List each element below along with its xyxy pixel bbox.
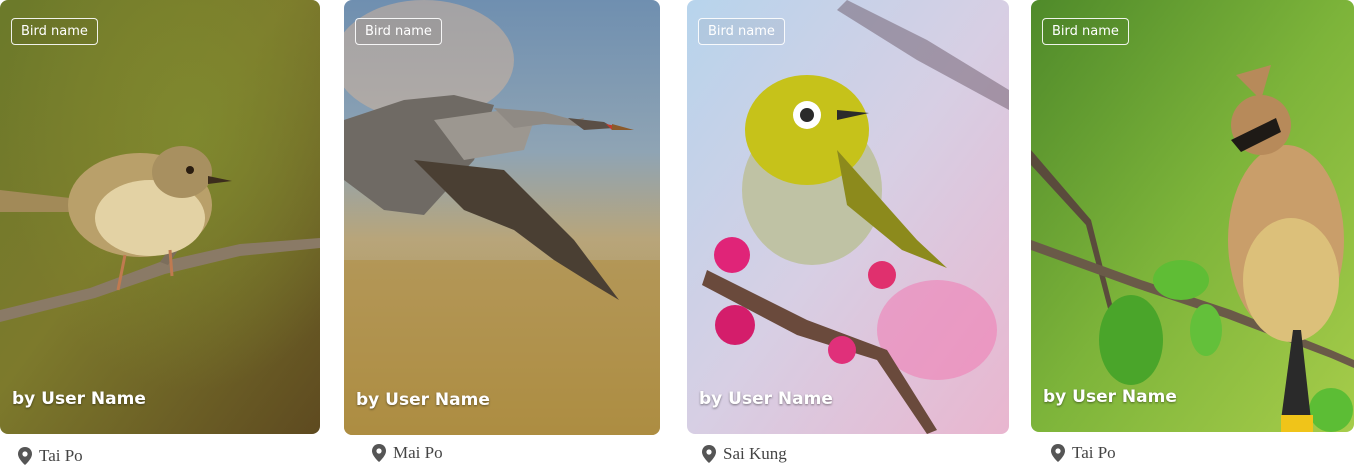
bird-photo[interactable]: Bird name by User Name: [687, 0, 1009, 434]
bird-name-badge[interactable]: Bird name: [355, 18, 442, 45]
bird-image: [1031, 0, 1354, 432]
bird-name-badge[interactable]: Bird name: [1042, 18, 1129, 45]
location-label: Sai Kung: [723, 444, 787, 463]
photographer-name[interactable]: by User Name: [356, 390, 490, 410]
bird-image: [687, 0, 1009, 434]
bird-image: [0, 0, 320, 434]
location-pin-icon: [18, 447, 32, 465]
location-row: Tai Po: [1051, 443, 1116, 463]
bird-name-badge[interactable]: Bird name: [11, 18, 98, 45]
photographer-name[interactable]: by User Name: [1043, 387, 1177, 407]
bird-photo[interactable]: Bird name by User Name: [344, 0, 660, 435]
bird-name-badge[interactable]: Bird name: [698, 18, 785, 45]
location-pin-icon: [1051, 444, 1065, 462]
location-label: Tai Po: [1072, 443, 1116, 462]
bird-photo[interactable]: Bird name by User Name: [0, 0, 320, 434]
location-pin-icon: [702, 445, 716, 463]
location-row: Mai Po: [372, 443, 443, 463]
photographer-name[interactable]: by User Name: [699, 389, 833, 409]
location-row: Tai Po: [18, 446, 83, 466]
photographer-name[interactable]: by User Name: [12, 389, 146, 409]
location-label: Mai Po: [393, 443, 443, 462]
bird-photo[interactable]: Bird name by User Name: [1031, 0, 1354, 432]
location-row: Sai Kung: [702, 444, 787, 464]
bird-image: [344, 0, 660, 435]
location-pin-icon: [372, 444, 386, 462]
location-label: Tai Po: [39, 446, 83, 465]
